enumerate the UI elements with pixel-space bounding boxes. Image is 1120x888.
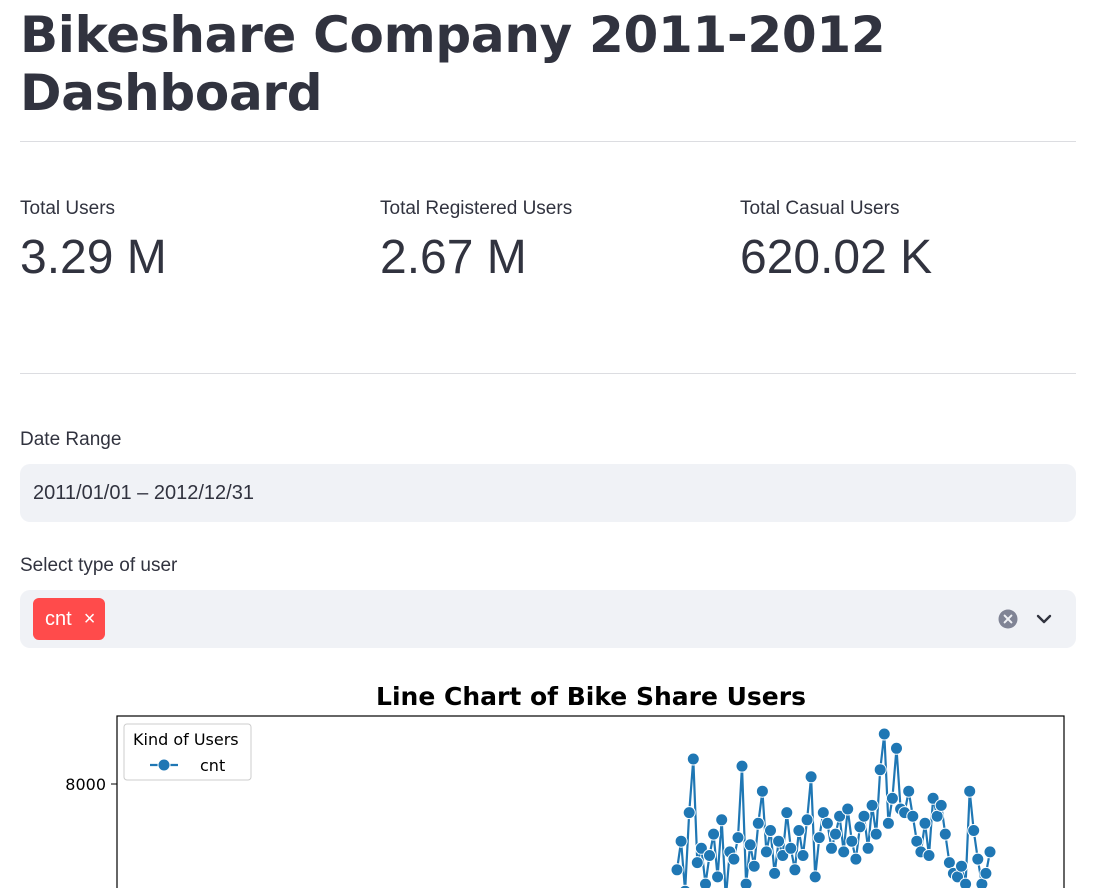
- legend-marker: [157, 758, 171, 772]
- data-point: [764, 824, 777, 837]
- data-point: [849, 852, 863, 866]
- data-point: [755, 784, 769, 798]
- data-point: [922, 849, 936, 862]
- data-point: [711, 870, 725, 884]
- data-point: [707, 827, 721, 841]
- page-title: Bikeshare Company 2011-2012 Dashboard: [20, 6, 886, 122]
- data-point: [873, 763, 887, 777]
- legend-entry-cnt: cnt: [200, 756, 225, 775]
- data-point: [747, 859, 761, 873]
- data-point: [938, 827, 952, 841]
- tag-label: cnt: [45, 607, 72, 630]
- data-point: [674, 834, 688, 848]
- data-point: [743, 838, 757, 852]
- selected-tag-cnt: cnt ×: [33, 598, 106, 640]
- line-chart: Line Chart of Bike Share Users 8000 Kind…: [65, 682, 1065, 888]
- data-point: [837, 845, 851, 859]
- metric-value: 3.29 M: [20, 231, 167, 284]
- data-point: [845, 834, 859, 848]
- metric-value: 2.67 M: [380, 231, 527, 284]
- data-point: [881, 816, 895, 830]
- data-point: [959, 877, 973, 888]
- data-point: [934, 798, 948, 812]
- data-point: [792, 824, 806, 837]
- data-point: [902, 784, 916, 798]
- metric-label: Total Registered Users: [380, 198, 573, 219]
- user-type-label: Select type of user: [20, 555, 178, 576]
- data-point: [918, 816, 932, 830]
- data-point: [906, 809, 920, 823]
- data-point: [942, 856, 956, 870]
- metric-label: Total Casual Users: [740, 198, 900, 219]
- data-point: [735, 759, 749, 773]
- data-point: [979, 866, 993, 880]
- data-point: [955, 859, 968, 873]
- data-point: [715, 813, 729, 827]
- data-point: [800, 813, 814, 827]
- metric-registered-users: Total Registered Users 2.67 M: [380, 198, 720, 285]
- tag-remove-icon[interactable]: ×: [84, 609, 96, 629]
- data-point: [808, 870, 822, 884]
- data-point: [865, 798, 879, 812]
- date-range-input[interactable]: 2011/01/01 – 2012/12/31: [20, 464, 1076, 522]
- data-point: [670, 863, 684, 877]
- data-point: [690, 856, 704, 870]
- data-point: [983, 845, 997, 859]
- data-point: [820, 816, 834, 830]
- data-point: [768, 866, 782, 880]
- plot-frame: [116, 715, 1065, 888]
- data-point: [910, 834, 924, 848]
- data-point: [930, 809, 944, 823]
- data-point: [727, 852, 741, 866]
- data-point: [885, 791, 899, 805]
- data-point: [877, 727, 891, 741]
- divider: [20, 373, 1076, 374]
- data-point: [703, 849, 716, 862]
- date-range-label: Date Range: [20, 429, 122, 450]
- data-point: [759, 845, 773, 859]
- data-point: [731, 831, 745, 845]
- user-type-multiselect[interactable]: cnt ×: [20, 590, 1076, 648]
- data-point: [796, 849, 810, 862]
- data-point: [812, 831, 826, 845]
- data-point: [772, 834, 786, 848]
- chevron-down-icon[interactable]: [1035, 610, 1053, 628]
- data-point: [682, 806, 696, 820]
- data-point: [816, 806, 830, 820]
- divider: [20, 141, 1076, 142]
- data-point: [869, 827, 883, 841]
- metric-value: 620.02 K: [740, 231, 933, 284]
- data-point: [963, 784, 977, 798]
- clear-circle-icon[interactable]: [998, 609, 1018, 629]
- y-tick-label: 8000: [65, 775, 106, 794]
- data-point: [804, 770, 818, 784]
- data-point: [751, 816, 765, 830]
- data-point: [967, 824, 981, 837]
- data-point: [890, 741, 903, 755]
- chart-title: Line Chart of Bike Share Users: [376, 682, 806, 711]
- data-point: [825, 841, 838, 855]
- data-point: [739, 877, 753, 888]
- data-point: [788, 863, 802, 877]
- data-point: [861, 841, 875, 855]
- metric-casual-users: Total Casual Users 620.02 K: [740, 198, 1080, 285]
- legend-title: Kind of Users: [133, 730, 239, 749]
- data-point: [829, 827, 842, 841]
- metric-total-users: Total Users 3.29 M: [20, 198, 360, 285]
- data-point: [780, 806, 794, 820]
- data-point: [699, 877, 712, 888]
- metric-label: Total Users: [20, 198, 116, 219]
- chart-legend: Kind of Users cnt: [123, 723, 252, 781]
- data-point: [857, 809, 871, 823]
- data-point: [971, 852, 985, 866]
- data-point: [784, 841, 798, 855]
- data-point: [841, 802, 855, 816]
- data-point: [686, 752, 700, 766]
- data-point: [853, 820, 867, 834]
